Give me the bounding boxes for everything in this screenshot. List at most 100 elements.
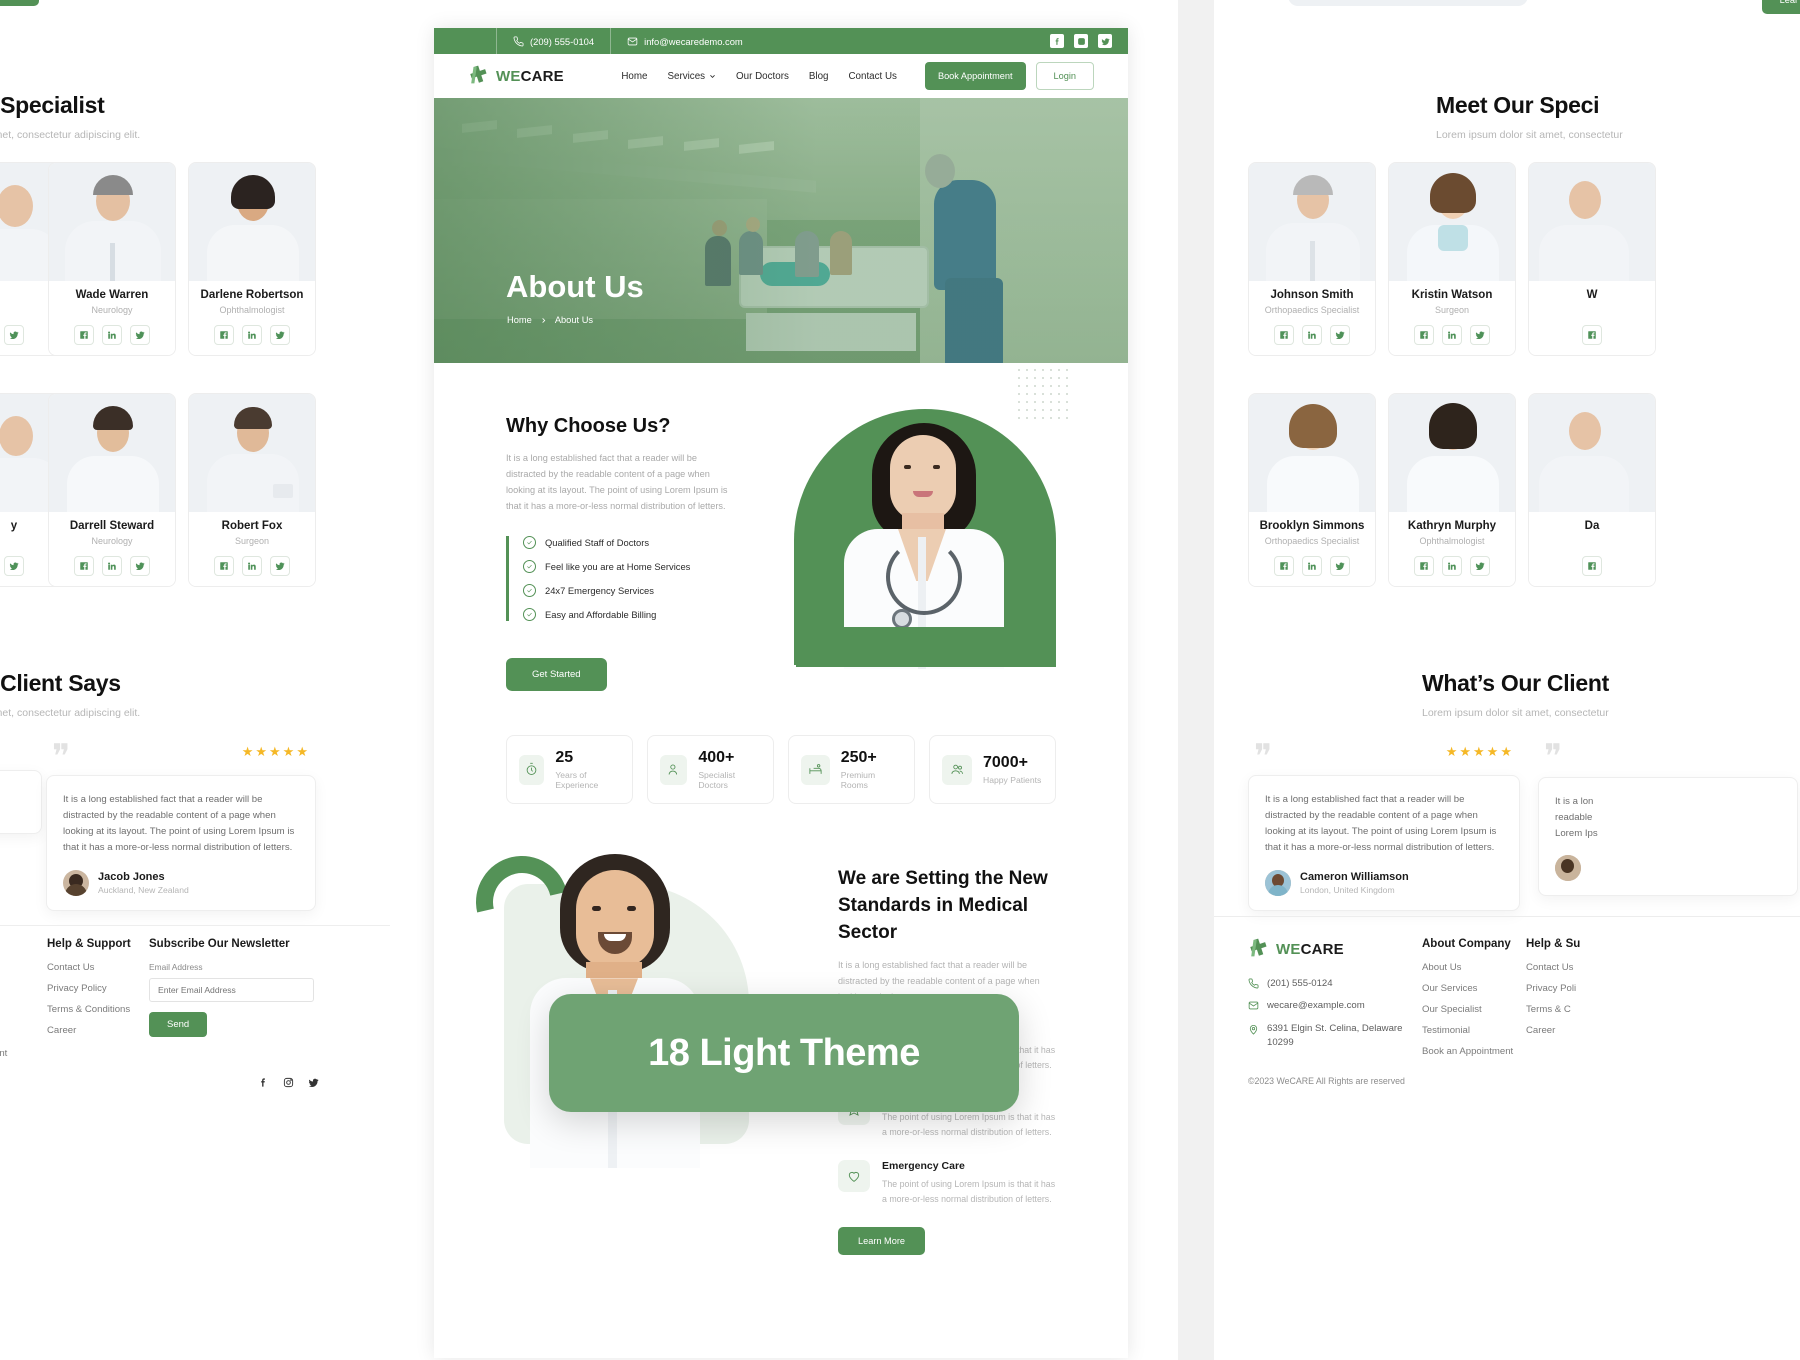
footer-link-contact-us[interactable]: Contact Us: [1526, 962, 1656, 973]
left-doctor-grid-row2b: Darrell Steward Neurology Robert Fox Sur…: [48, 393, 316, 587]
nav-item-home[interactable]: Home: [621, 71, 647, 82]
twitter-icon[interactable]: [130, 556, 150, 576]
facebook-icon[interactable]: [74, 556, 94, 576]
footer-link-book-appointment[interactable]: Book an Appointment: [1422, 1046, 1562, 1057]
nav-item-our-doctors[interactable]: Our Doctors: [736, 71, 789, 82]
doctor-card[interactable]: Kathryn Murphy Ophthalmologist: [1388, 393, 1516, 587]
newsletter-send-button[interactable]: Send: [149, 1012, 208, 1037]
doctor-name: Robert Fox: [221, 520, 283, 532]
linkedin-icon[interactable]: [102, 325, 122, 345]
email-cell[interactable]: info@wecaredemo.com: [610, 28, 759, 54]
learn-more-button[interactable]: Learn More: [838, 1226, 925, 1255]
footer-link-terms[interactable]: Terms & Conditions: [47, 1004, 147, 1015]
facebook-icon[interactable]: [214, 325, 234, 345]
twitter-icon[interactable]: [1330, 325, 1350, 345]
doctors-icon: [660, 754, 688, 785]
facebook-icon[interactable]: [1414, 556, 1434, 576]
facebook-icon[interactable]: [214, 556, 234, 576]
left-learn-more-button[interactable]: Learn More: [0, 0, 39, 6]
footer-link-privacy-policy[interactable]: Privacy Policy: [47, 983, 147, 994]
twitter-icon[interactable]: [270, 556, 290, 576]
footer-link-contact-us[interactable]: Contact Us: [47, 962, 147, 973]
phone-cell[interactable]: (209) 555-0104: [496, 28, 610, 54]
doctor-card[interactable]: Kristin Watson Surgeon: [1388, 162, 1516, 356]
doctor-card[interactable]: Wade Warren Neurology: [48, 162, 176, 356]
twitter-icon[interactable]: [1098, 34, 1112, 48]
nav-item-blog[interactable]: Blog: [809, 71, 829, 82]
facebook-icon[interactable]: [258, 1075, 269, 1093]
doctor-card[interactable]: Brooklyn Simmons Orthopaedics Specialist: [1248, 393, 1376, 587]
doctor-social-links: [189, 325, 315, 355]
linkedin-icon[interactable]: [1442, 556, 1462, 576]
feature-item: 24x7 Emergency Services: [523, 584, 734, 598]
breadcrumb-home[interactable]: Home: [507, 315, 532, 325]
facebook-icon[interactable]: [1582, 556, 1602, 576]
stat-value: 7000+: [983, 754, 1028, 772]
linkedin-icon[interactable]: [242, 556, 262, 576]
medical-cross-icon: [468, 65, 490, 87]
stopwatch-icon: [519, 754, 545, 785]
facebook-icon[interactable]: [1050, 34, 1064, 48]
site-logo[interactable]: WECARE: [468, 65, 564, 87]
linkedin-icon[interactable]: [1302, 556, 1322, 576]
facebook-icon[interactable]: [1274, 325, 1294, 345]
avatar: [1555, 855, 1581, 882]
email-address-label: Email Address: [149, 962, 203, 972]
email-address: info@wecaredemo.com: [644, 35, 743, 47]
right-doctor-grid-row1: Johnson Smith Orthopaedics Specialist Kr…: [1248, 162, 1656, 356]
facebook-icon[interactable]: [1414, 325, 1434, 345]
main-navbar: WECARE Home Services Our Doctors Blog Co…: [434, 54, 1128, 98]
footer-email[interactable]: wecare@example.com: [1248, 1000, 1438, 1011]
doctor-card[interactable]: Darlene Robertson Ophthalmologist: [188, 162, 316, 356]
chevron-right-icon: [542, 317, 546, 323]
instagram-icon[interactable]: [1074, 34, 1088, 48]
twitter-icon[interactable]: [1470, 556, 1490, 576]
footer-link-career[interactable]: Career: [47, 1025, 147, 1036]
footer-address-line1: 6391 Elgin St. Celina, Delaware: [1267, 1023, 1403, 1034]
doctor-card[interactable]: Robert Fox Surgeon: [188, 393, 316, 587]
right-specialist-subtitle: Lorem ipsum dolor sit amet, consectetur: [1436, 129, 1623, 141]
left-footer-cut-link[interactable]: ment: [0, 1048, 7, 1059]
doctor-role: Orthopaedics Specialist: [1264, 536, 1360, 546]
footer-phone[interactable]: (201) 555-0124: [1248, 978, 1438, 989]
twitter-icon[interactable]: [270, 325, 290, 345]
doctor-card[interactable]: W: [1528, 162, 1656, 356]
linkedin-icon[interactable]: [1302, 325, 1322, 345]
linkedin-icon[interactable]: [1442, 325, 1462, 345]
right-learn-more-button[interactable]: Lear: [1761, 0, 1800, 14]
newsletter-email-input[interactable]: [149, 978, 314, 1002]
footer-logo[interactable]: WECARE: [1248, 938, 1438, 960]
standards-heading-line2: Standards in Medical Sector: [838, 894, 1029, 943]
linkedin-icon[interactable]: [242, 325, 262, 345]
doctor-photo: [1529, 163, 1655, 281]
footer-link-privacy-policy[interactable]: Privacy Poli: [1526, 983, 1656, 994]
left-footer-social: [258, 1075, 319, 1093]
theme-overlay-banner: 18 Light Theme: [549, 994, 1019, 1112]
testimonial-author: Cameron Williamson: [1300, 870, 1409, 883]
linkedin-icon[interactable]: [102, 556, 122, 576]
twitter-icon[interactable]: [308, 1075, 319, 1093]
facebook-icon[interactable]: [1274, 556, 1294, 576]
twitter-icon[interactable]: [130, 325, 150, 345]
twitter-icon[interactable]: [1470, 325, 1490, 345]
footer-link-career[interactable]: Career: [1526, 1025, 1656, 1036]
doctor-card[interactable]: Da: [1528, 393, 1656, 587]
twitter-icon[interactable]: [4, 325, 24, 345]
nav-item-contact-us[interactable]: Contact Us: [848, 71, 896, 82]
book-appointment-button[interactable]: Book Appointment: [924, 62, 1026, 90]
twitter-icon[interactable]: [4, 556, 24, 576]
facebook-icon[interactable]: [74, 325, 94, 345]
left-specialist-title: Our Specialist: [0, 92, 105, 118]
nav-item-services[interactable]: Services: [667, 71, 716, 82]
doctor-card[interactable]: Johnson Smith Orthopaedics Specialist: [1248, 162, 1376, 356]
quote-icon: ❞: [52, 739, 71, 776]
instagram-icon[interactable]: [283, 1075, 294, 1093]
facebook-icon[interactable]: [1582, 325, 1602, 345]
twitter-icon[interactable]: [1330, 556, 1350, 576]
stat-value: 250+: [840, 749, 877, 767]
footer-link-terms[interactable]: Terms & C: [1526, 1004, 1656, 1015]
login-button[interactable]: Login: [1035, 62, 1094, 90]
feature-item: Feel like you are at Home Services: [523, 560, 734, 574]
doctor-card[interactable]: Darrell Steward Neurology: [48, 393, 176, 587]
get-started-button[interactable]: Get Started: [506, 658, 607, 692]
